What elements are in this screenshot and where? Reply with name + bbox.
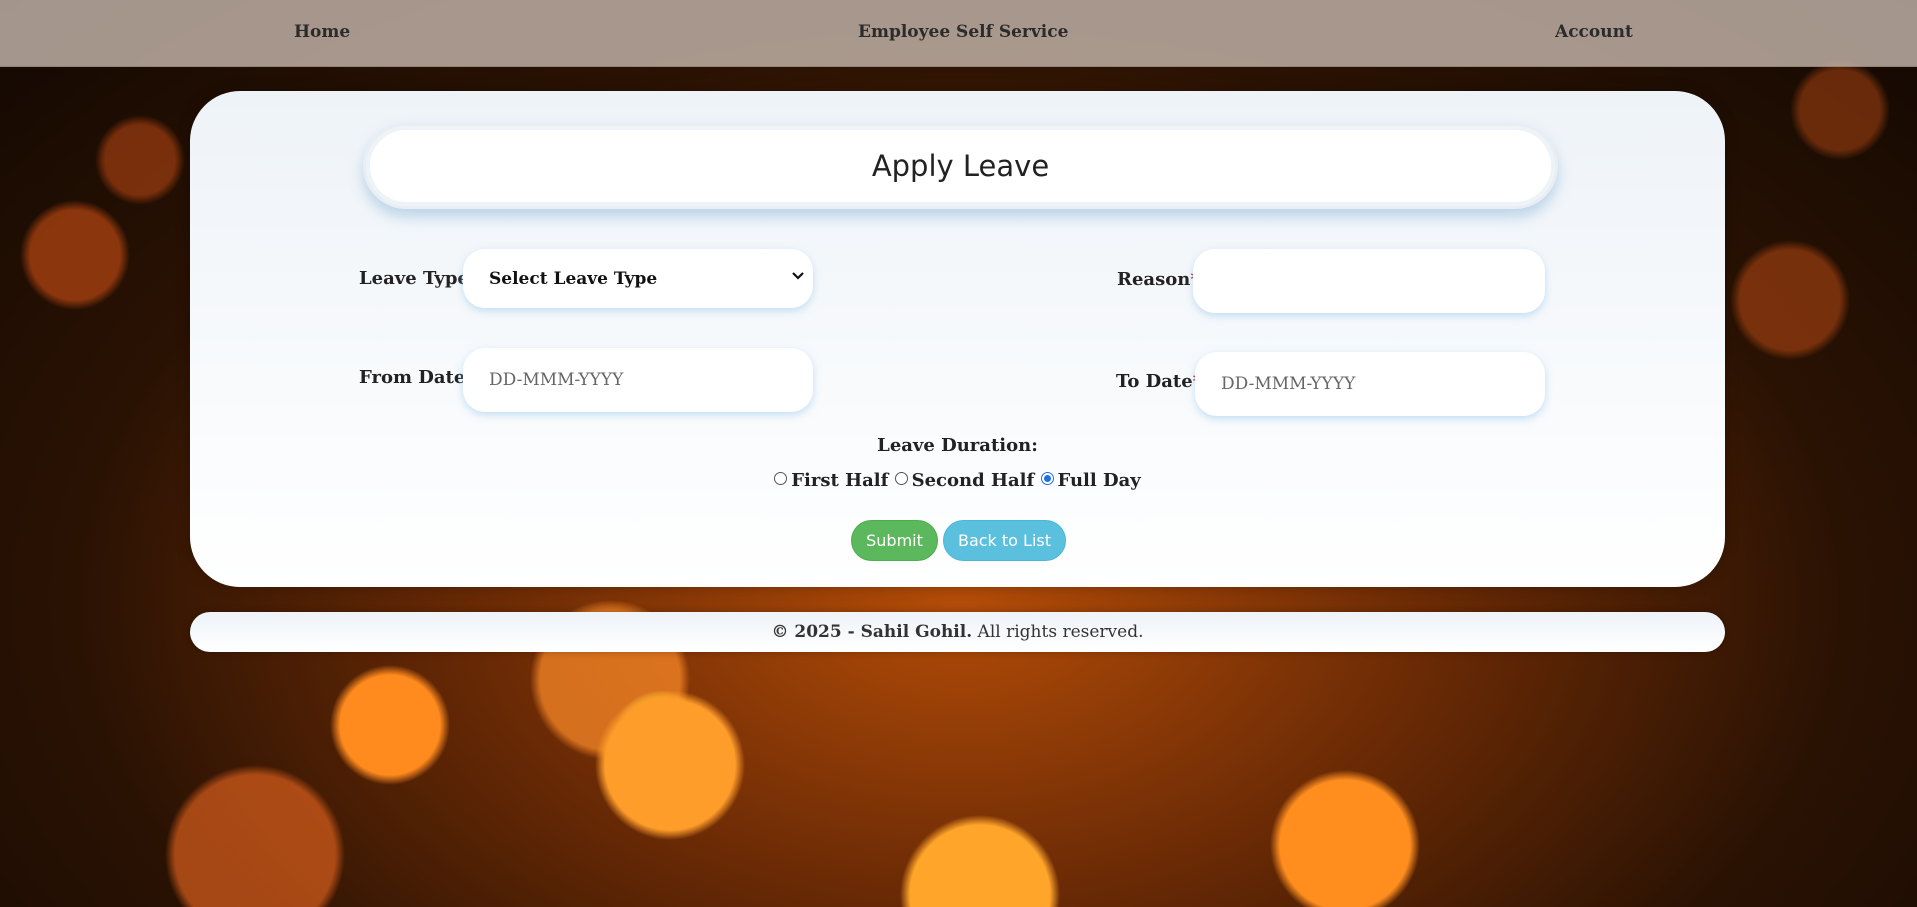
to-date-label: To Date* [1116, 371, 1202, 392]
from-date-label-text: From Date [359, 367, 466, 388]
back-to-list-button[interactable]: Back to List [943, 520, 1066, 561]
footer-copyright: © 2025 - Sahil Gohil. [771, 622, 973, 642]
chevron-down-icon [791, 267, 805, 287]
leave-type-label: Leave Type: [359, 268, 476, 289]
reason-label-text: Reason [1117, 269, 1191, 290]
from-date-label: From Date* [359, 367, 475, 388]
page-title-banner: Apply Leave [363, 123, 1558, 209]
top-navbar: Home Employee Self Service Account [0, 0, 1917, 67]
page-footer: © 2025 - Sahil Gohil. All rights reserve… [190, 612, 1725, 652]
leave-duration-label: Leave Duration: [877, 435, 1038, 456]
radio-option-full-day[interactable]: Full Day [1040, 470, 1141, 491]
footer-rights: All rights reserved. [977, 622, 1144, 642]
leave-type-select[interactable]: Select Leave Type [463, 249, 813, 308]
to-date-label-text: To Date [1116, 371, 1193, 392]
reason-input[interactable] [1193, 249, 1545, 313]
nav-account-link[interactable]: Account [1555, 22, 1633, 42]
leave-duration-radio-group: First Half Second Half Full Day [190, 470, 1725, 491]
to-date-input[interactable]: DD-MMM-YYYY [1195, 352, 1545, 416]
from-date-placeholder: DD-MMM-YYYY [489, 370, 624, 390]
leave-type-selected-value: Select Leave Type [489, 268, 658, 289]
from-date-input[interactable]: DD-MMM-YYYY [463, 348, 813, 412]
radio-second-half-label: Second Half [911, 470, 1035, 491]
submit-button[interactable]: Submit [851, 520, 938, 561]
page-title: Apply Leave [871, 149, 1050, 183]
radio-first-half[interactable] [774, 472, 788, 485]
apply-leave-card: Apply Leave Leave Type: Select Leave Typ… [190, 91, 1725, 587]
radio-option-first-half[interactable]: First Half [774, 470, 888, 491]
to-date-placeholder: DD-MMM-YYYY [1221, 374, 1356, 394]
nav-home-link[interactable]: Home [294, 22, 350, 42]
nav-brand-link[interactable]: Employee Self Service [858, 22, 1068, 42]
radio-full-day[interactable] [1040, 472, 1054, 485]
reason-label: Reason* [1117, 269, 1200, 290]
radio-full-day-label: Full Day [1057, 470, 1141, 491]
radio-option-second-half[interactable]: Second Half [894, 470, 1035, 491]
radio-second-half[interactable] [894, 472, 908, 485]
radio-first-half-label: First Half [791, 470, 889, 491]
